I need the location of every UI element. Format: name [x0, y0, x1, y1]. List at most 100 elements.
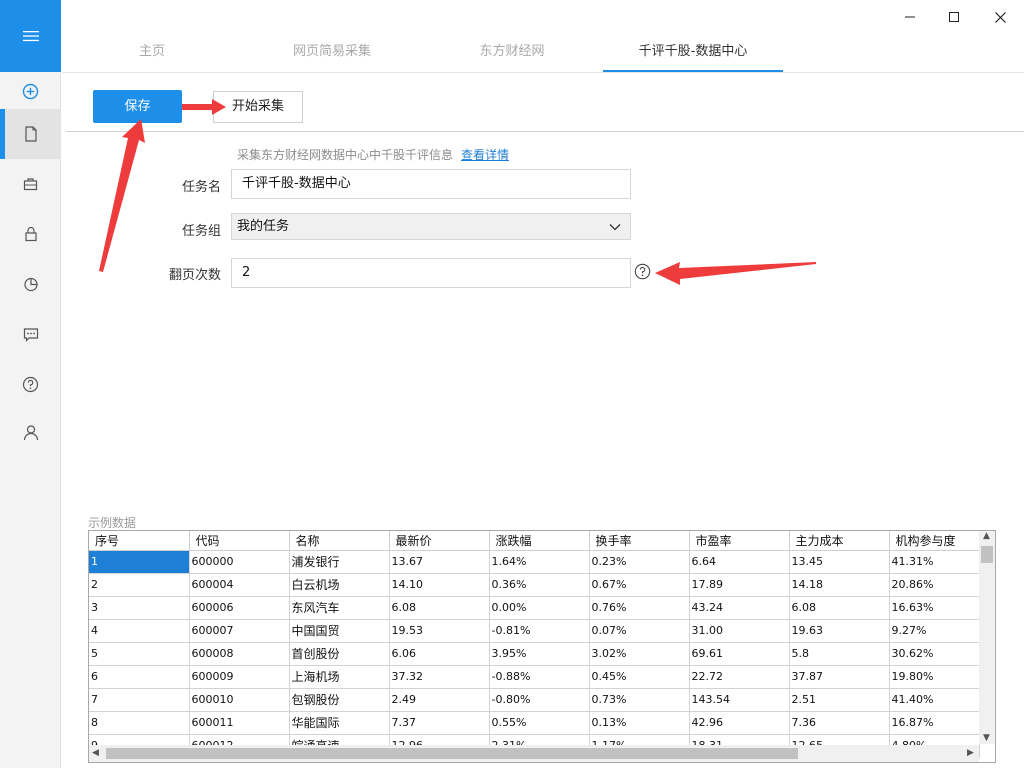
table-cell[interactable]: 0.45%	[589, 665, 690, 689]
table-cell[interactable]: 6.64	[689, 550, 790, 574]
table-cell[interactable]: 19.80%	[889, 665, 980, 689]
table-cell[interactable]: 6.06	[389, 642, 490, 666]
table-cell[interactable]: 白云机场	[289, 573, 390, 597]
table-cell[interactable]: 0.67%	[589, 573, 690, 597]
table-cell[interactable]: 0.13%	[589, 711, 690, 735]
column-header[interactable]: 主力成本	[789, 531, 890, 551]
table-cell[interactable]: 3	[89, 596, 190, 620]
column-header[interactable]: 名称	[289, 531, 390, 551]
column-header[interactable]: 机构参与度	[889, 531, 980, 551]
table-cell[interactable]: 600004	[189, 573, 290, 597]
horizontal-scroll-thumb[interactable]	[106, 748, 798, 759]
column-header[interactable]: 市盈率	[689, 531, 790, 551]
sample-data-table[interactable]: 序号 代码 名称 最新价 涨跌幅 换手率 市盈率 主力成本 机构参与度 1 600000 浦发银行 1…	[88, 530, 996, 763]
tab-home[interactable]: 主页	[102, 34, 202, 72]
table-cell[interactable]: 6.08	[389, 596, 490, 620]
table-cell[interactable]: 30.62%	[889, 642, 980, 666]
table-cell[interactable]: 600009	[189, 665, 290, 689]
table-cell[interactable]: 6.08	[789, 596, 890, 620]
table-cell[interactable]: 8	[89, 711, 190, 735]
table-row[interactable]: 4 600007 中国国贸 19.53 -0.81% 0.07% 31.00 19.63 9.2…	[89, 619, 980, 643]
column-header[interactable]: 代码	[189, 531, 290, 551]
table-cell[interactable]: 14.18	[789, 573, 890, 597]
table-cell[interactable]: -0.88%	[489, 665, 590, 689]
table-cell[interactable]: 69.61	[689, 642, 790, 666]
save-button[interactable]: 保存	[93, 90, 182, 123]
table-row[interactable]: 5 600008 首创股份 6.06 3.95% 3.02% 69.61 5.8 30.62%	[89, 642, 980, 666]
column-header[interactable]: 最新价	[389, 531, 490, 551]
scroll-up-arrow[interactable]: ▲	[983, 531, 990, 541]
tab-simple-collect[interactable]: 网页简易采集	[272, 34, 392, 72]
table-cell[interactable]: 16.63%	[889, 596, 980, 620]
table-cell[interactable]: 7	[89, 688, 190, 712]
table-cell[interactable]: 22.72	[689, 665, 790, 689]
table-cell[interactable]: 41.31%	[889, 550, 980, 574]
table-cell[interactable]: 37.87	[789, 665, 890, 689]
table-cell[interactable]: 37.32	[389, 665, 490, 689]
table-cell[interactable]: 首创股份	[289, 642, 390, 666]
table-cell[interactable]: 2.51	[789, 688, 890, 712]
table-cell[interactable]: 31.00	[689, 619, 790, 643]
table-cell[interactable]: 2.49	[389, 688, 490, 712]
sidebar-item-messages[interactable]	[0, 309, 61, 359]
table-cell[interactable]: 6	[89, 665, 190, 689]
table-cell[interactable]: 7.37	[389, 711, 490, 735]
table-cell[interactable]: 5	[89, 642, 190, 666]
table-cell[interactable]: 3.95%	[489, 642, 590, 666]
scroll-down-arrow[interactable]: ▼	[983, 733, 990, 743]
column-header[interactable]: 换手率	[589, 531, 690, 551]
sidebar-item-tasks[interactable]	[0, 109, 61, 159]
table-cell[interactable]: 600010	[189, 688, 290, 712]
table-cell[interactable]: 2	[89, 573, 190, 597]
table-cell[interactable]: 5.8	[789, 642, 890, 666]
table-row[interactable]: 3 600006 东风汽车 6.08 0.00% 0.76% 43.24 6.08 16.63%	[89, 596, 980, 620]
task-name-input[interactable]: 千评千股-数据中心	[231, 169, 631, 199]
table-cell[interactable]: 0.07%	[589, 619, 690, 643]
table-row[interactable]: 1 600000 浦发银行 13.67 1.64% 0.23% 6.64 13.45 41.31…	[89, 550, 980, 574]
sidebar-item-statistics[interactable]	[0, 259, 61, 309]
table-cell[interactable]: 9.27%	[889, 619, 980, 643]
table-cell[interactable]: 600007	[189, 619, 290, 643]
table-cell[interactable]: 华能国际	[289, 711, 390, 735]
table-cell[interactable]: 41.40%	[889, 688, 980, 712]
table-cell[interactable]: 600006	[189, 596, 290, 620]
table-cell[interactable]: 16.87%	[889, 711, 980, 735]
table-cell[interactable]: 7.36	[789, 711, 890, 735]
sidebar-item-security[interactable]	[0, 209, 61, 259]
table-cell[interactable]: 3.02%	[589, 642, 690, 666]
table-cell[interactable]: 浦发银行	[289, 550, 390, 574]
table-cell[interactable]: 143.54	[689, 688, 790, 712]
table-row[interactable]: 6 600009 上海机场 37.32 -0.88% 0.45% 22.72 37.87 19.…	[89, 665, 980, 689]
table-cell[interactable]: 1	[89, 550, 190, 574]
table-cell[interactable]: -0.81%	[489, 619, 590, 643]
table-cell[interactable]: -0.80%	[489, 688, 590, 712]
table-cell[interactable]: 43.24	[689, 596, 790, 620]
column-header[interactable]: 涨跌幅	[489, 531, 590, 551]
task-group-select[interactable]: 我的任务	[231, 213, 631, 240]
tab-data-center[interactable]: 千评千股-数据中心	[603, 34, 783, 72]
tab-eastmoney[interactable]: 东方财经网	[462, 34, 562, 72]
table-cell[interactable]: 中国国贸	[289, 619, 390, 643]
table-row[interactable]: 8 600011 华能国际 7.37 0.55% 0.13% 42.96 7.36 16.87%	[89, 711, 980, 735]
table-cell[interactable]: 600011	[189, 711, 290, 735]
sidebar-item-account[interactable]	[0, 407, 61, 457]
close-button[interactable]	[976, 0, 1024, 34]
table-cell[interactable]: 0.00%	[489, 596, 590, 620]
detail-link[interactable]: 查看详情	[461, 148, 509, 162]
table-cell[interactable]: 0.36%	[489, 573, 590, 597]
table-cell[interactable]: 0.23%	[589, 550, 690, 574]
table-cell[interactable]: 13.67	[389, 550, 490, 574]
new-task-button[interactable]	[0, 72, 61, 110]
table-cell[interactable]: 19.53	[389, 619, 490, 643]
table-cell[interactable]: 包钢股份	[289, 688, 390, 712]
table-cell[interactable]: 上海机场	[289, 665, 390, 689]
table-cell[interactable]: 600008	[189, 642, 290, 666]
vertical-scroll-thumb[interactable]	[981, 546, 993, 563]
table-cell[interactable]: 17.89	[689, 573, 790, 597]
table-cell[interactable]: 14.10	[389, 573, 490, 597]
menu-button[interactable]	[0, 0, 61, 72]
table-cell[interactable]: 0.73%	[589, 688, 690, 712]
table-cell[interactable]: 42.96	[689, 711, 790, 735]
table-row[interactable]: 7 600010 包钢股份 2.49 -0.80% 0.73% 143.54 2.51 41.4…	[89, 688, 980, 712]
table-cell[interactable]: 600000	[189, 550, 290, 574]
